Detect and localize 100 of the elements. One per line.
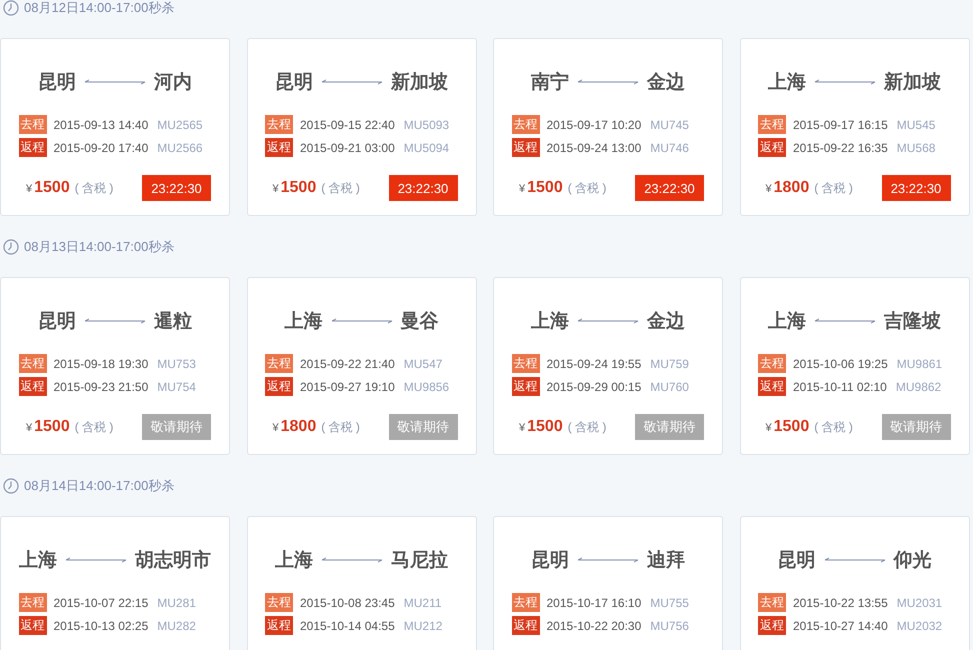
- flight-card[interactable]: 南宁 金边 去程 2015-09-17 10:20 MU745 返程 2015-09-24 13:00 MU746 ¥1500 ( 含税 ) 23:22:30: [493, 38, 723, 216]
- round-trip-arrow-icon: [84, 78, 146, 86]
- tax-note: ( 含税 ): [814, 180, 853, 197]
- departure-time: 2015-09-23 21:50: [54, 380, 148, 394]
- flight-card[interactable]: 昆明 仰光 去程 2015-10-22 13:55 MU2031 返程 2015-10-27 14:40 MU2032: [740, 516, 970, 650]
- departure-time: 2015-09-13 14:40: [54, 118, 148, 132]
- tax-note: ( 含税 ): [321, 180, 360, 197]
- trip-tag: 去程: [512, 593, 540, 612]
- departure-time: 2015-10-22 13:55: [793, 596, 888, 610]
- departure-time: 2015-10-22 20:30: [546, 618, 642, 632]
- trip-tag: 返程: [758, 616, 786, 635]
- flight-number: MU5094: [404, 140, 450, 154]
- trip-tag: 去程: [512, 354, 540, 373]
- flight-number: MU282: [157, 618, 196, 632]
- flight-card[interactable]: 昆明 暹粒 去程 2015-09-18 19:30 MU753 返程 2015-09-23 21:50 MU754 ¥1500 ( 含税 ) 敬请期待: [0, 277, 230, 455]
- flight-card[interactable]: 上海 胡志明市 去程 2015-10-07 22:15 MU281 返程 2015-10-13 02:25 MU282: [0, 516, 230, 650]
- departure-time: 2015-10-27 14:40: [793, 618, 888, 632]
- tax-note: ( 含税 ): [321, 419, 360, 436]
- origin-city: 南宁: [531, 70, 569, 95]
- countdown-button[interactable]: 23:22:30: [635, 175, 704, 201]
- round-trip-arrow-icon: [84, 317, 146, 325]
- currency-symbol: ¥: [26, 422, 32, 434]
- flight-number: MU759: [650, 356, 689, 370]
- flight-number: MU281: [157, 596, 196, 610]
- currency-symbol: ¥: [519, 422, 526, 434]
- destination-city: 河内: [154, 71, 192, 95]
- departure-time: 2015-09-29 00:15: [546, 380, 642, 394]
- departure-time: 2015-09-18 19:30: [54, 356, 148, 370]
- trip-tag: 返程: [18, 616, 46, 635]
- destination-city: 新加坡: [391, 70, 448, 95]
- flight-number: MU745: [650, 118, 689, 132]
- flight-card[interactable]: 上海 吉隆坡 去程 2015-10-06 19:25 MU9861 返程 2015-10-11 02:10 MU9862 ¥1500 ( 含税 ) 敬请期待: [740, 277, 970, 455]
- trip-tag: 去程: [758, 593, 786, 612]
- flight-number: MU2566: [157, 140, 203, 154]
- flight-number: MU2565: [157, 118, 203, 132]
- origin-city: 上海: [284, 310, 322, 334]
- currency-symbol: ¥: [272, 183, 279, 195]
- departure-time: 2015-10-11 02:10: [793, 380, 887, 394]
- section-title: 08月13日14:00-17:00秒杀: [24, 238, 174, 256]
- trip-tag: 返程: [512, 377, 540, 396]
- price: 1500: [280, 179, 316, 197]
- destination-city: 新加坡: [884, 70, 941, 95]
- price: 1500: [34, 418, 70, 436]
- origin-city: 昆明: [778, 549, 816, 573]
- trip-tag: 去程: [18, 354, 46, 373]
- departure-time: 2015-10-06 19:25: [793, 356, 888, 370]
- flight-card[interactable]: 昆明 新加坡 去程 2015-09-15 22:40 MU5093 返程 2015-09-21 03:00 MU5094 ¥1500 ( 含税 ) 23:22:30: [246, 38, 476, 216]
- destination-city: 马尼拉: [391, 549, 448, 573]
- flight-card[interactable]: 上海 金边 去程 2015-09-24 19:55 MU759 返程 2015-09-29 00:15 MU760 ¥1500 ( 含税 ) 敬请期待: [493, 277, 723, 455]
- flight-card[interactable]: 上海 马尼拉 去程 2015-10-08 23:45 MU211 返程 2015-10-14 04:55 MU212: [246, 516, 476, 650]
- flight-number: MU754: [157, 380, 196, 394]
- departure-time: 2015-10-08 23:45: [300, 596, 395, 610]
- departure-time: 2015-09-24 19:55: [546, 356, 642, 370]
- departure-time: 2015-09-20 17:40: [54, 140, 148, 154]
- currency-symbol: ¥: [766, 183, 772, 195]
- countdown-button[interactable]: 23:22:30: [388, 175, 458, 201]
- destination-city: 迪拜: [647, 549, 685, 573]
- flight-number: MU2031: [896, 596, 942, 610]
- origin-city: 昆明: [38, 71, 76, 95]
- flight-number: MU212: [404, 618, 442, 632]
- round-trip-arrow-icon: [577, 317, 639, 325]
- flight-number: MU755: [650, 596, 689, 610]
- origin-city: 昆明: [531, 549, 569, 573]
- destination-city: 金边: [647, 310, 685, 334]
- flight-number: MU753: [157, 356, 196, 370]
- flight-number: MU760: [650, 380, 689, 394]
- countdown-button[interactable]: 23:22:30: [142, 175, 211, 201]
- trip-tag: 去程: [512, 115, 540, 134]
- currency-symbol: ¥: [519, 183, 526, 195]
- trip-tag: 去程: [18, 593, 46, 612]
- flight-number: MU9862: [896, 380, 942, 394]
- flight-card[interactable]: 昆明 迪拜 去程 2015-10-17 16:10 MU755 返程 2015-10-22 20:30 MU756: [493, 516, 723, 650]
- departure-time: 2015-09-24 13:00: [546, 140, 642, 154]
- flight-number: MU746: [650, 140, 689, 154]
- origin-city: 昆明: [275, 71, 313, 95]
- currency-symbol: ¥: [26, 183, 32, 195]
- price: 1800: [280, 418, 316, 436]
- price: 1800: [774, 179, 810, 197]
- flight-card[interactable]: 上海 新加坡 去程 2015-09-17 16:15 MU545 返程 2015-09-22 16:35 MU568 ¥1800 ( 含税 ) 23:22:30: [740, 38, 970, 216]
- destination-city: 胡志明市: [135, 548, 211, 573]
- trip-tag: 返程: [512, 138, 540, 157]
- flight-card[interactable]: 昆明 河内 去程 2015-09-13 14:40 MU2565 返程 2015-09-20 17:40 MU2566 ¥1500 ( 含税 ) 23:22:30: [0, 38, 230, 216]
- tax-note: ( 含税 ): [814, 419, 853, 436]
- round-trip-arrow-icon: [824, 556, 886, 564]
- round-trip-arrow-icon: [321, 78, 383, 86]
- origin-city: 上海: [275, 549, 313, 573]
- trip-tag: 去程: [18, 115, 46, 134]
- destination-city: 曼谷: [400, 310, 438, 334]
- flight-number: MU545: [896, 118, 936, 132]
- flight-number: MU9861: [896, 356, 942, 370]
- flight-card[interactable]: 上海 曼谷 去程 2015-09-22 21:40 MU547 返程 2015-09-27 19:10 MU9856 ¥1800 ( 含税 ) 敬请期待: [246, 277, 476, 455]
- price: 1500: [527, 418, 563, 436]
- departure-time: 2015-10-14 04:55: [300, 618, 395, 632]
- round-trip-arrow-icon: [814, 78, 876, 86]
- departure-time: 2015-10-13 02:25: [54, 618, 148, 632]
- trip-tag: 去程: [265, 354, 293, 373]
- trip-tag: 去程: [758, 354, 786, 373]
- trip-tag: 去程: [265, 593, 293, 612]
- countdown-button[interactable]: 23:22:30: [882, 175, 950, 201]
- trip-tag: 返程: [18, 377, 46, 396]
